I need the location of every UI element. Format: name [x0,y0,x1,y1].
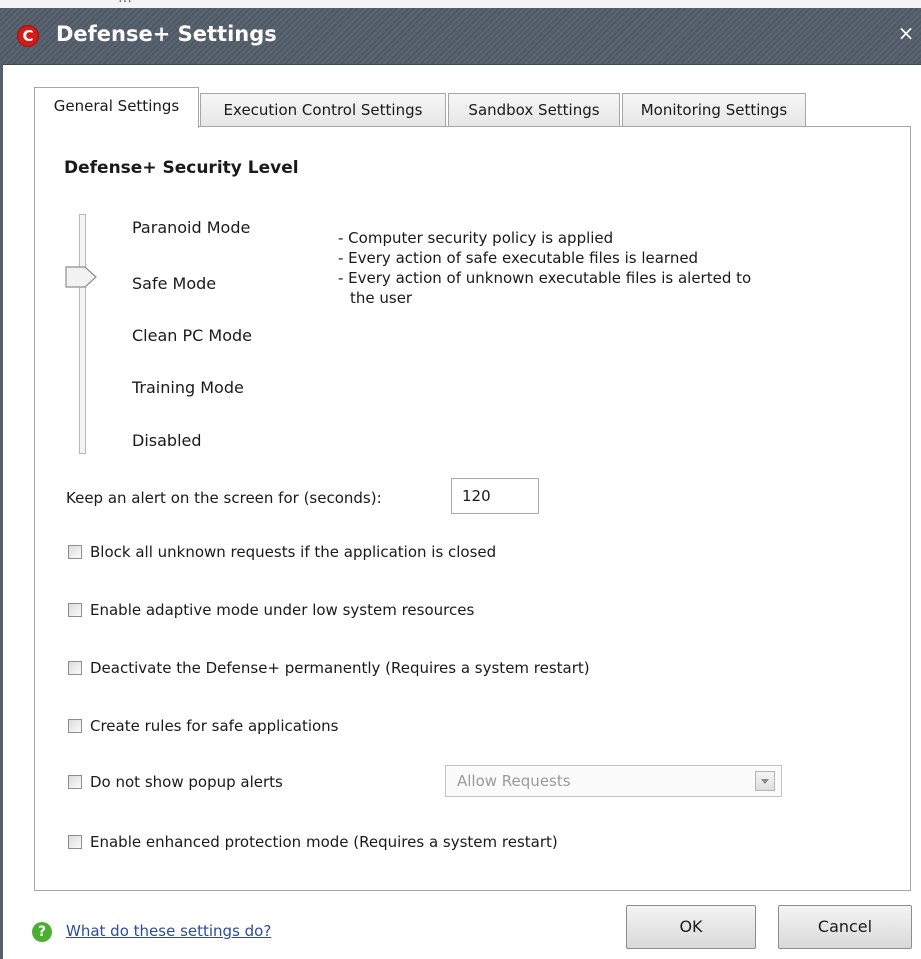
description-line: the user [350,289,413,307]
checkbox-label: Enable adaptive mode under low system re… [90,601,475,619]
background-strip: … [0,0,921,8]
checkbox[interactable] [68,603,82,617]
description-line: - Every action of safe executable files … [338,249,699,267]
checkbox-row-no-popup-alerts[interactable]: Do not show popup alerts [68,773,283,791]
checkbox-row-enhanced-protection[interactable]: Enable enhanced protection mode (Require… [68,833,558,851]
level-safe-mode[interactable]: Safe Mode [132,274,216,293]
checkbox-label: Block all unknown requests if the applic… [90,543,497,561]
general-settings-panel: Defense+ Security Level Paranoid Mode Sa… [34,126,911,891]
window-title: Defense+ Settings [56,22,277,46]
alert-timeout-label: Keep an alert on the screen for (seconds… [66,489,382,507]
level-clean-pc-mode[interactable]: Clean PC Mode [132,326,252,345]
level-disabled[interactable]: Disabled [132,431,202,450]
close-icon[interactable]: × [897,22,915,44]
description-line: - Every action of unknown executable fil… [338,269,752,287]
tab-sandbox-settings[interactable]: Sandbox Settings [448,93,620,126]
settings-dialog: C Defense+ Settings × General Settings E… [0,8,921,959]
checkbox-row-block-unknown[interactable]: Block all unknown requests if the applic… [68,543,496,561]
security-level-slider-track[interactable] [79,214,86,454]
checkbox-label: Enable enhanced protection mode (Require… [90,833,558,851]
window-border [0,64,3,959]
checkbox[interactable] [68,775,82,789]
checkbox-label: Create rules for safe applications [90,717,339,735]
checkbox[interactable] [68,661,82,675]
checkbox-row-create-rules[interactable]: Create rules for safe applications [68,717,339,735]
ok-button[interactable]: OK [626,905,756,949]
alert-timeout-input[interactable] [451,478,539,514]
checkbox-row-adaptive-mode[interactable]: Enable adaptive mode under low system re… [68,601,474,619]
slider-thumb-icon[interactable] [65,266,97,288]
help-question-icon: ? [32,922,52,942]
description-line: - Computer security policy is applied [338,229,614,247]
select-value: Allow Requests [457,772,571,790]
tab-general-settings[interactable]: General Settings [34,87,199,128]
checkbox[interactable] [68,719,82,733]
tab-monitoring-settings[interactable]: Monitoring Settings [622,93,806,126]
chevron-down-icon[interactable] [755,771,775,791]
checkbox[interactable] [68,545,82,559]
section-title: Defense+ Security Level [64,158,299,178]
level-paranoid-mode[interactable]: Paranoid Mode [132,218,250,237]
checkbox[interactable] [68,835,82,849]
checkbox-label: Deactivate the Defense+ permanently (Req… [90,659,590,677]
checkbox-label: Do not show popup alerts [90,773,283,791]
comodo-logo-icon: C [17,25,39,47]
tab-execution-control-settings[interactable]: Execution Control Settings [200,93,446,126]
level-training-mode[interactable]: Training Mode [132,378,244,397]
cancel-button[interactable]: Cancel [778,905,912,949]
checkbox-row-deactivate[interactable]: Deactivate the Defense+ permanently (Req… [68,659,590,677]
titlebar: C Defense+ Settings × [0,8,921,65]
popup-action-select[interactable]: Allow Requests [445,765,782,797]
help-link[interactable]: What do these settings do? [66,922,271,940]
level-description: - Computer security policy is applied - … [338,228,751,308]
